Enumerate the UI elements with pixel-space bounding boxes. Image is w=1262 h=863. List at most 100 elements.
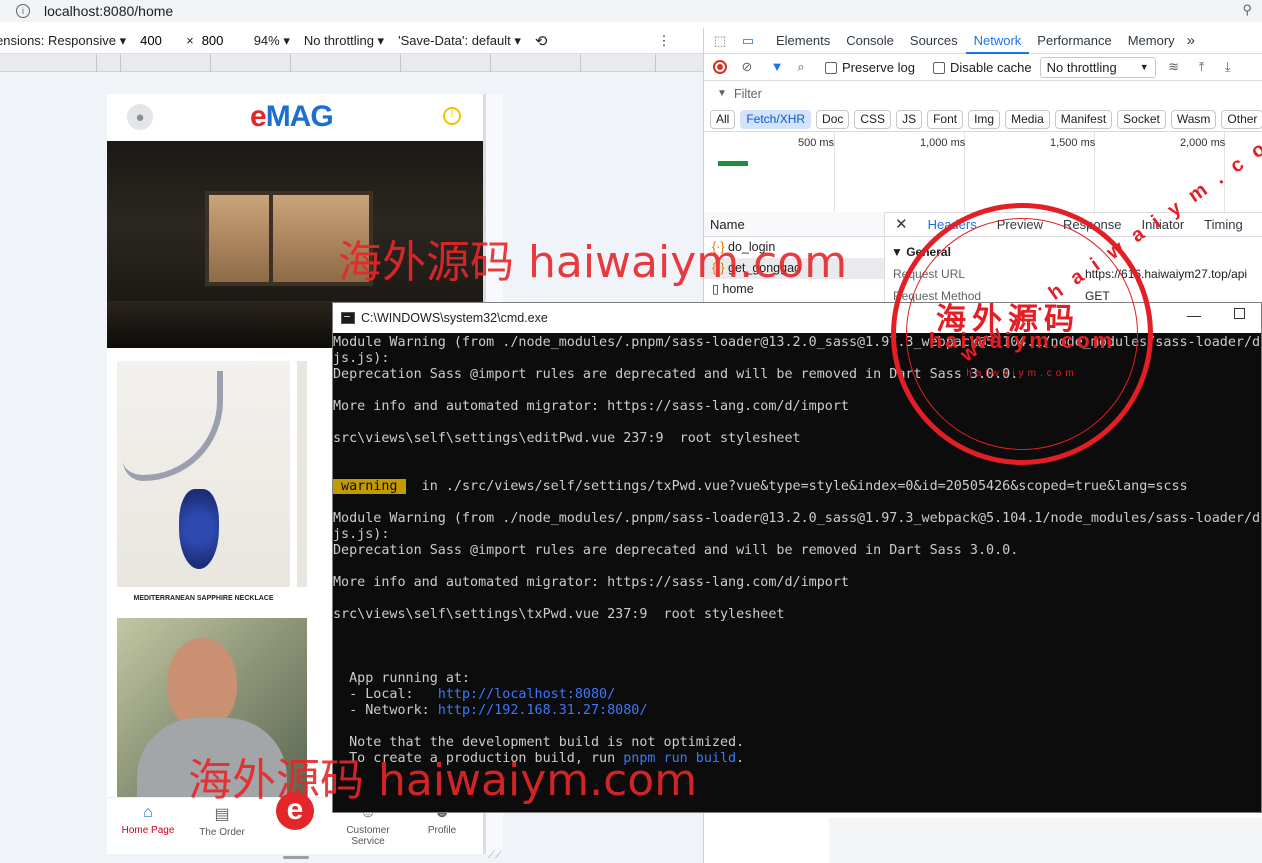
preserve-log-box[interactable]	[825, 61, 837, 74]
tab-sources[interactable]: Sources	[902, 28, 966, 54]
chip-manifest[interactable]: Manifest	[1054, 109, 1113, 129]
cmd-line: App running at:	[333, 671, 471, 686]
necklace-chain	[123, 371, 223, 481]
network-throttling-select[interactable]: No throttling ▼	[1039, 56, 1156, 78]
watermark-stamp: www.haiwaiym.com 海外源码 haiwaiym.com haiwa…	[891, 112, 1262, 465]
cmd-line	[333, 655, 1261, 671]
close-icon[interactable]: ✕	[885, 215, 918, 233]
cmd-line	[333, 463, 1261, 479]
maximize-icon[interactable]	[1234, 308, 1245, 319]
clear-icon[interactable]: ⊘	[739, 59, 755, 75]
search-icon[interactable]: ⌕	[793, 59, 809, 75]
chip-socket[interactable]: Socket	[1117, 109, 1166, 129]
tab-memory[interactable]: Memory	[1120, 28, 1183, 54]
media-query-ruler	[0, 54, 703, 72]
model-face	[167, 638, 237, 728]
chip-img[interactable]: Img	[968, 109, 1001, 129]
cmd-line: src\views\self\settings\txPwd.vue 237:9 …	[333, 607, 785, 622]
user-avatar-icon[interactable]: ●	[127, 104, 153, 130]
disable-cache-label: Disable cache	[949, 59, 1032, 75]
cmd-network-line: - Network: http://192.168.31.27:8080/	[333, 703, 1261, 719]
cmd-line	[333, 591, 1261, 607]
cmd-warning-line: warning in ./src/views/self/settings/txP…	[333, 479, 1261, 495]
watermark-bottom: 海外源码 haiwaiym.com	[188, 755, 698, 806]
rotate-icon[interactable]: ⟲	[535, 32, 548, 50]
chip-wasm[interactable]: Wasm	[1170, 109, 1217, 129]
preserve-log-checkbox[interactable]: Preserve log	[825, 60, 915, 75]
tab-profile-label: Profile	[427, 825, 457, 836]
chip-other[interactable]: Other	[1221, 109, 1262, 129]
times-sign: ×	[186, 33, 194, 48]
tab-console[interactable]: Console	[838, 28, 902, 54]
device-toggle-icon[interactable]: ▭	[740, 33, 756, 49]
product-image-necklace[interactable]	[117, 361, 290, 587]
warning-text: in ./src/views/self/settings/txPwd.vue?v…	[405, 479, 1188, 494]
cmd-line: More info and automated migrator: https:…	[333, 575, 849, 590]
cmd-line	[333, 623, 1261, 639]
wifi-settings-icon[interactable]: ≋	[1166, 59, 1182, 75]
height-input[interactable]	[201, 31, 244, 50]
disable-cache-checkbox[interactable]: Disable cache	[932, 59, 1032, 75]
tab-timing[interactable]: Timing	[1194, 217, 1253, 232]
network-url-link[interactable]: http://192.168.31.27:8080/	[438, 703, 648, 718]
cmd-icon	[341, 312, 355, 324]
resize-handle-icon[interactable]: ⟋⟋	[488, 850, 502, 861]
tab-customer-service-label: Customer Service	[346, 825, 390, 847]
tab-performance[interactable]: Performance	[1029, 28, 1119, 54]
timeline-label-500: 500 ms	[798, 137, 835, 149]
app-header: ● eMAG !	[107, 94, 483, 141]
cmd-local-line: - Local: http://localhost:8080/	[333, 687, 1261, 703]
tab-order-label: The Order	[199, 827, 245, 838]
note-post: .	[736, 751, 745, 766]
address-bar[interactable]: i localhost:8080/home ⚲	[0, 0, 1262, 22]
width-input[interactable]	[140, 31, 183, 50]
extensions-icon[interactable]: ⚲	[1242, 2, 1252, 18]
home-indicator	[283, 856, 309, 859]
throttling-select[interactable]: No throttling ▾	[304, 33, 384, 49]
devtools-tabs: ⬚ ▭ Elements Console Sources Network Per…	[704, 28, 1262, 54]
more-tabs-icon[interactable]: »	[1183, 28, 1199, 54]
local-url-link[interactable]: http://localhost:8080/	[438, 687, 615, 702]
chip-media[interactable]: Media	[1005, 109, 1050, 129]
cmd-line: js.js):	[333, 527, 390, 542]
filter-funnel-icon: ▼	[717, 88, 727, 99]
minimize-icon[interactable]: —	[1187, 307, 1201, 323]
tab-elements[interactable]: Elements	[768, 28, 838, 54]
cmd-line: Deprecation Sass @import rules are depre…	[333, 543, 1019, 558]
product-image-partial[interactable]	[297, 361, 307, 587]
chip-js[interactable]: JS	[896, 109, 923, 129]
resource-type-chips: All Fetch/XHR Doc CSS JS Font Img Media …	[704, 107, 1262, 131]
network-toolbar: ⊘ ▼ ⌕ Preserve log Disable cache No thro…	[704, 54, 1262, 81]
cmd-line	[333, 719, 1261, 735]
download-icon[interactable]: ⤓	[1220, 59, 1236, 75]
tab-network[interactable]: Network	[965, 28, 1030, 54]
filter-icon[interactable]: ▼	[769, 59, 785, 75]
tab-home[interactable]: ⌂ Home Page	[113, 798, 183, 836]
chip-font[interactable]: Font	[927, 109, 964, 129]
filter-input[interactable]: Filter	[734, 87, 762, 101]
timeline-label-1000: 1,000 ms	[920, 137, 966, 149]
timeline-request-bar	[718, 161, 748, 166]
tab-home-label: Home Page	[121, 825, 175, 836]
inspect-icon[interactable]: ⬚	[712, 33, 728, 49]
devtools-lower-area	[829, 818, 1262, 863]
filter-row: ▼ Filter	[704, 81, 1262, 107]
save-data-select[interactable]: 'Save-Data': default ▾	[398, 33, 521, 49]
disable-cache-box[interactable]	[932, 61, 945, 74]
cmd-line	[333, 639, 1261, 655]
stamp-small-text: haiwaiym.com	[966, 368, 1078, 379]
zoom-select[interactable]: 94% ▾	[254, 33, 290, 49]
more-options-icon[interactable]: ⋮	[657, 33, 670, 49]
bulb-icon[interactable]: !	[443, 107, 461, 125]
emag-logo[interactable]: eMAG	[250, 100, 334, 134]
dimensions-select[interactable]: ensions: Responsive ▾	[0, 33, 126, 49]
chip-doc[interactable]: Doc	[816, 109, 850, 129]
chip-all[interactable]: All	[710, 109, 736, 129]
record-icon[interactable]	[713, 60, 727, 74]
timeline-label-1500: 1,500 ms	[1050, 137, 1096, 149]
site-info-icon[interactable]: i	[16, 4, 30, 18]
url-text[interactable]: localhost:8080/home	[44, 3, 173, 19]
upload-icon[interactable]: ⤒	[1194, 59, 1210, 75]
chip-css[interactable]: CSS	[854, 109, 892, 129]
chip-fetch-xhr[interactable]: Fetch/XHR	[740, 109, 812, 129]
